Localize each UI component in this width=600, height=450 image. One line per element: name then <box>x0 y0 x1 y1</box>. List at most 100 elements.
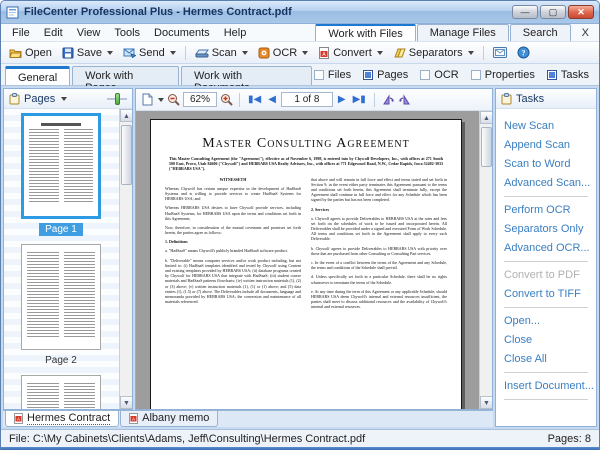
rotate-right-icon[interactable] <box>398 94 412 106</box>
open-button[interactable]: Open <box>5 46 56 60</box>
zoom-level-input[interactable]: 62% <box>183 92 217 107</box>
toggle-tasks[interactable]: Tasks <box>547 69 589 81</box>
toolbar-separator <box>185 46 186 60</box>
content-area: Pages Page 1 <box>1 86 599 429</box>
tab-search[interactable]: Search <box>510 24 571 41</box>
fit-page-icon[interactable] <box>142 93 153 106</box>
sub-tab-bar: General Work with Pages Work with Docume… <box>1 64 599 86</box>
minimize-button[interactable]: — <box>512 5 538 19</box>
page-number-input[interactable]: 1 of 8 <box>281 92 333 107</box>
toggle-pages[interactable]: Pages <box>363 69 408 81</box>
viewer-scrollbar[interactable]: ▲ ▼ <box>479 111 492 409</box>
send-dropdown-caret[interactable] <box>170 51 176 55</box>
thumbnails-scrollbar[interactable]: ▲ ▼ <box>119 109 132 409</box>
open-document-tabs: A Hermes Contract A Albany memo <box>3 410 493 427</box>
maximize-button[interactable]: ▢ <box>540 5 566 19</box>
thumbnail-size-slider[interactable] <box>107 93 127 105</box>
previous-page-button[interactable]: ◀ <box>266 94 278 105</box>
help-icon: ? <box>517 46 530 59</box>
menu-item-tools[interactable]: Tools <box>107 25 147 41</box>
convert-dropdown-caret[interactable] <box>377 51 383 55</box>
help-button[interactable]: ? <box>513 45 534 60</box>
next-page-button[interactable]: ▶ <box>336 94 348 105</box>
email-button[interactable] <box>489 46 511 59</box>
zoom-in-icon[interactable] <box>220 93 233 106</box>
task-advanced-scan[interactable]: Advanced Scan... <box>504 177 588 189</box>
task-open[interactable]: Open... <box>504 315 588 327</box>
ocr-checkbox[interactable] <box>420 70 430 80</box>
task-divider <box>504 399 588 400</box>
tasks-clipboard-icon <box>501 93 512 105</box>
convert-button[interactable]: A Convert <box>314 46 387 60</box>
tab-work-with-pages[interactable]: Work with Pages <box>72 66 179 85</box>
task-insert-document[interactable]: Insert Document... <box>504 380 588 392</box>
menu-item-help[interactable]: Help <box>217 25 254 41</box>
scrollbar-thumb[interactable] <box>121 125 132 185</box>
properties-checkbox[interactable] <box>471 70 481 80</box>
ocr-button[interactable]: OCR <box>254 46 312 60</box>
pages-checkbox[interactable] <box>363 70 373 80</box>
task-divider <box>504 261 588 262</box>
first-page-button[interactable]: ▮◀ <box>246 94 263 105</box>
tab-manage-files[interactable]: Manage Files <box>417 24 509 41</box>
task-divider <box>504 307 588 308</box>
scroll-up-arrow[interactable]: ▲ <box>120 109 132 122</box>
save-button[interactable]: Save <box>58 46 117 60</box>
viewer-canvas[interactable]: Master Consulting Agreement This Master … <box>136 111 492 409</box>
document-page[interactable]: Master Consulting Agreement This Master … <box>150 119 462 409</box>
page-1-label[interactable]: Page 1 <box>39 223 83 236</box>
close-button[interactable]: ✕ <box>568 5 594 19</box>
tabs-close-button[interactable]: X <box>572 25 599 41</box>
doc-tab-hermes-contract[interactable]: A Hermes Contract <box>5 411 119 427</box>
save-dropdown-caret[interactable] <box>107 51 113 55</box>
last-page-button[interactable]: ▶▮ <box>351 94 368 105</box>
status-file-path: File: C:\My Cabinets\Clients\Adams, Jeff… <box>9 433 548 445</box>
toggle-files[interactable]: Files <box>314 69 351 81</box>
send-button[interactable]: Send <box>119 46 180 60</box>
task-separators-only[interactable]: Separators Only <box>504 223 588 235</box>
viewer-scroll-down-arrow[interactable]: ▼ <box>480 396 492 409</box>
rotate-left-icon[interactable] <box>381 94 395 106</box>
menu-item-edit[interactable]: Edit <box>37 25 70 41</box>
ocr-dropdown-caret[interactable] <box>302 51 308 55</box>
tab-work-with-documents[interactable]: Work with Documents <box>181 66 312 85</box>
mode-tabs: Work with Files Manage Files Search X <box>315 23 599 41</box>
task-perform-ocr[interactable]: Perform OCR <box>504 204 588 216</box>
menu-item-documents[interactable]: Documents <box>147 25 217 41</box>
scan-button[interactable]: Scan <box>191 46 252 60</box>
menu-bar: File Edit View Tools Documents Help Work… <box>1 24 599 42</box>
task-advanced-ocr[interactable]: Advanced OCR... <box>504 242 588 254</box>
tab-work-with-files[interactable]: Work with Files <box>315 24 415 41</box>
viewer-scroll-up-arrow[interactable]: ▲ <box>480 111 492 124</box>
files-checkbox[interactable] <box>314 70 324 80</box>
scroll-down-arrow[interactable]: ▼ <box>120 396 132 409</box>
tasks-panel-header: Tasks <box>496 89 596 109</box>
task-append-scan[interactable]: Append Scan <box>504 139 588 151</box>
page-1-thumbnail[interactable] <box>21 113 101 219</box>
tasks-checkbox[interactable] <box>547 70 557 80</box>
page-3-thumbnail[interactable] <box>21 375 101 409</box>
toggle-properties[interactable]: Properties <box>471 69 535 81</box>
separators-button[interactable]: Separators <box>389 46 478 60</box>
separators-icon <box>393 47 406 59</box>
page-2-label[interactable]: Page 2 <box>39 354 83 367</box>
menu-item-file[interactable]: File <box>5 25 37 41</box>
fit-page-dropdown-caret[interactable] <box>158 98 164 102</box>
menu-item-view[interactable]: View <box>70 25 108 41</box>
viewer-scrollbar-thumb[interactable] <box>481 127 492 167</box>
task-new-scan[interactable]: New Scan <box>504 120 588 132</box>
task-close-all[interactable]: Close All <box>504 353 588 365</box>
tab-general[interactable]: General <box>5 66 70 85</box>
task-convert-to-tiff[interactable]: Convert to TIFF <box>504 288 588 300</box>
pages-dropdown-caret[interactable] <box>61 97 67 101</box>
task-scan-to-word[interactable]: Scan to Word <box>504 158 588 170</box>
zoom-out-icon[interactable] <box>167 93 180 106</box>
separators-dropdown-caret[interactable] <box>468 51 474 55</box>
document-title: Master Consulting Agreement <box>165 136 447 152</box>
task-close[interactable]: Close <box>504 334 588 346</box>
doc-tab-albany-memo[interactable]: A Albany memo <box>120 411 218 427</box>
scan-dropdown-caret[interactable] <box>242 51 248 55</box>
ocr-icon <box>258 47 270 59</box>
page-2-thumbnail[interactable] <box>21 244 101 350</box>
toggle-ocr[interactable]: OCR <box>420 69 458 81</box>
